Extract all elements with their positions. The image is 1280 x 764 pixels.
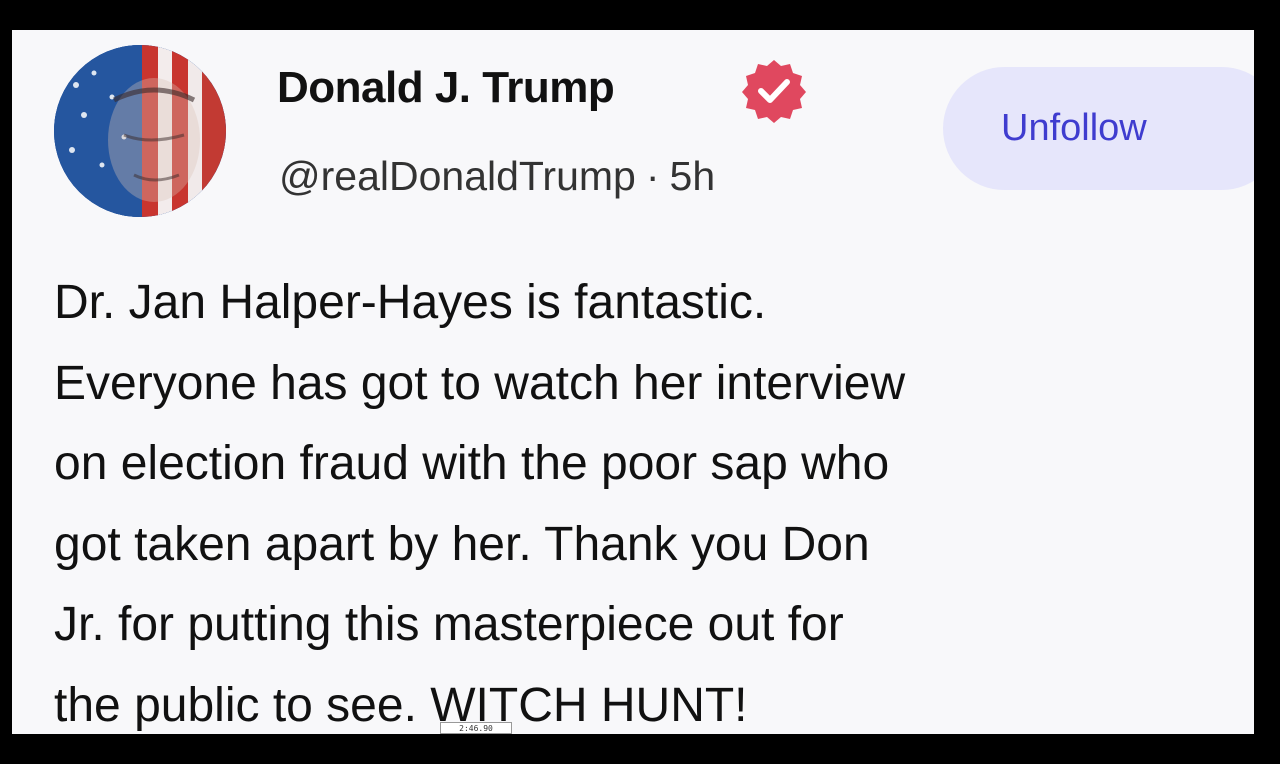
video-frame: Donald J. Trump @realDonaldTrump · 5h Unfo… — [0, 0, 1280, 764]
post-text-line: got taken apart by her. Thank you Don — [54, 517, 870, 571]
avatar[interactable] — [54, 45, 226, 217]
avatar-flag-portrait-image — [54, 45, 226, 217]
verified-badge-icon — [741, 57, 807, 123]
post-card: Donald J. Trump @realDonaldTrump · 5h Unfo… — [12, 30, 1254, 734]
author-meta: @realDonaldTrump · 5h — [279, 153, 715, 200]
video-timestamp-overlay: 2:46.90 — [440, 722, 512, 734]
post-time-ago[interactable]: 5h — [670, 153, 716, 199]
post-text-line: on election fraud with the poor sap who — [54, 437, 890, 490]
meta-separator: · — [645, 153, 660, 199]
post-text-line: Dr. Jan Halper-Hayes is fantastic. — [54, 276, 767, 329]
author-display-name[interactable]: Donald J. Trump — [277, 63, 615, 113]
post-text-line: the public to see. WITCH HUNT! — [54, 678, 748, 732]
post-text-line: Everyone has got to watch her interview — [54, 356, 906, 410]
post-text-line: Jr. for putting this masterpiece out for — [54, 598, 844, 651]
unfollow-button[interactable]: Unfollow — [943, 67, 1254, 190]
author-handle[interactable]: @realDonaldTrump — [279, 153, 636, 199]
post-text: Dr. Jan Halper-Hayes is fantastic. Every… — [54, 263, 1244, 734]
